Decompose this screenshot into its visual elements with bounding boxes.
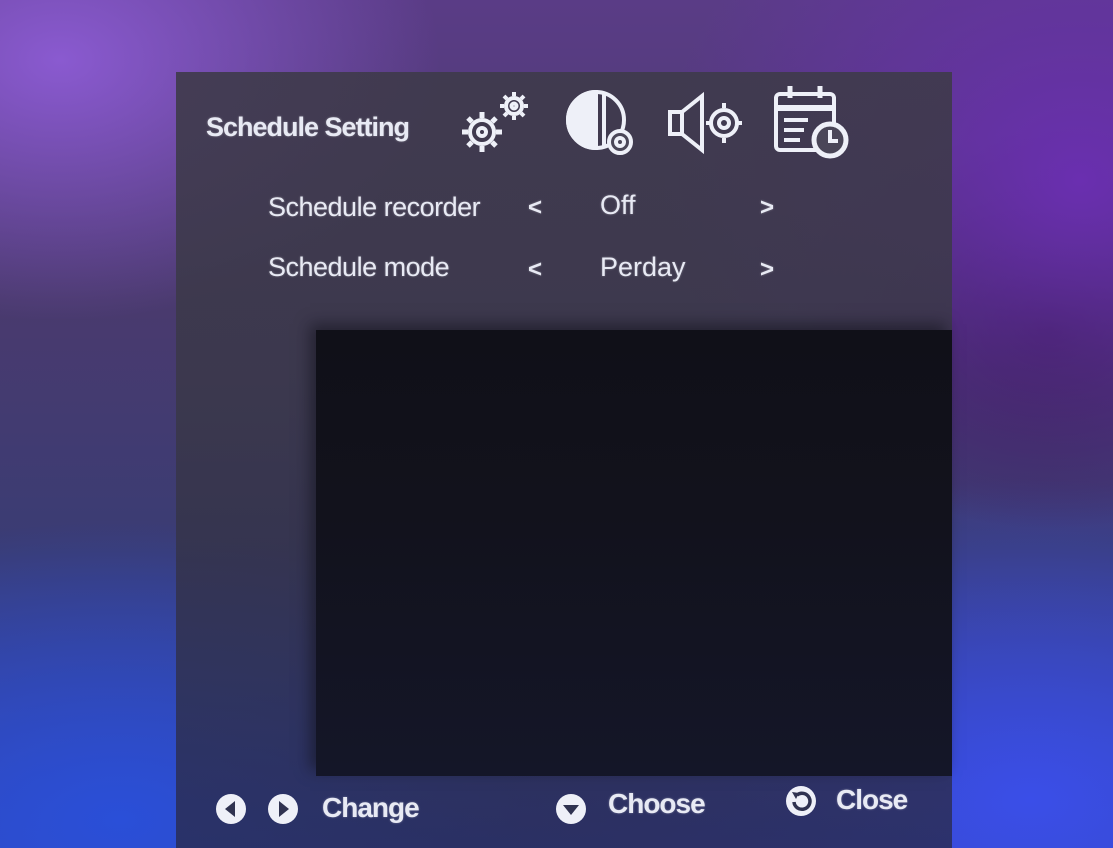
- setting-label: Schedule mode: [268, 252, 450, 282]
- menu-title: Schedule Setting: [206, 112, 410, 142]
- right-button-icon: [268, 794, 298, 824]
- next-option-button[interactable]: >: [760, 256, 774, 284]
- previous-option-button[interactable]: <: [528, 256, 542, 284]
- gears-icon[interactable]: [454, 88, 538, 160]
- setting-label: Schedule recorder: [268, 192, 481, 222]
- next-option-button[interactable]: >: [760, 194, 774, 222]
- setting-value: Perday: [600, 252, 686, 282]
- setting-value: Off: [600, 190, 636, 220]
- choose-hint-label: Choose: [608, 788, 706, 819]
- audio-settings-icon[interactable]: [664, 88, 748, 158]
- display-settings-icon[interactable]: [562, 84, 640, 162]
- back-button-icon: [786, 786, 816, 816]
- left-button-icon: [216, 794, 246, 824]
- video-preview-area: [316, 330, 952, 776]
- down-button-icon: [556, 794, 586, 824]
- previous-option-button[interactable]: <: [528, 194, 542, 222]
- close-hint-label: Close: [836, 784, 908, 815]
- change-hint-label: Change: [322, 792, 420, 823]
- calendar-clock-icon[interactable]: [768, 80, 852, 160]
